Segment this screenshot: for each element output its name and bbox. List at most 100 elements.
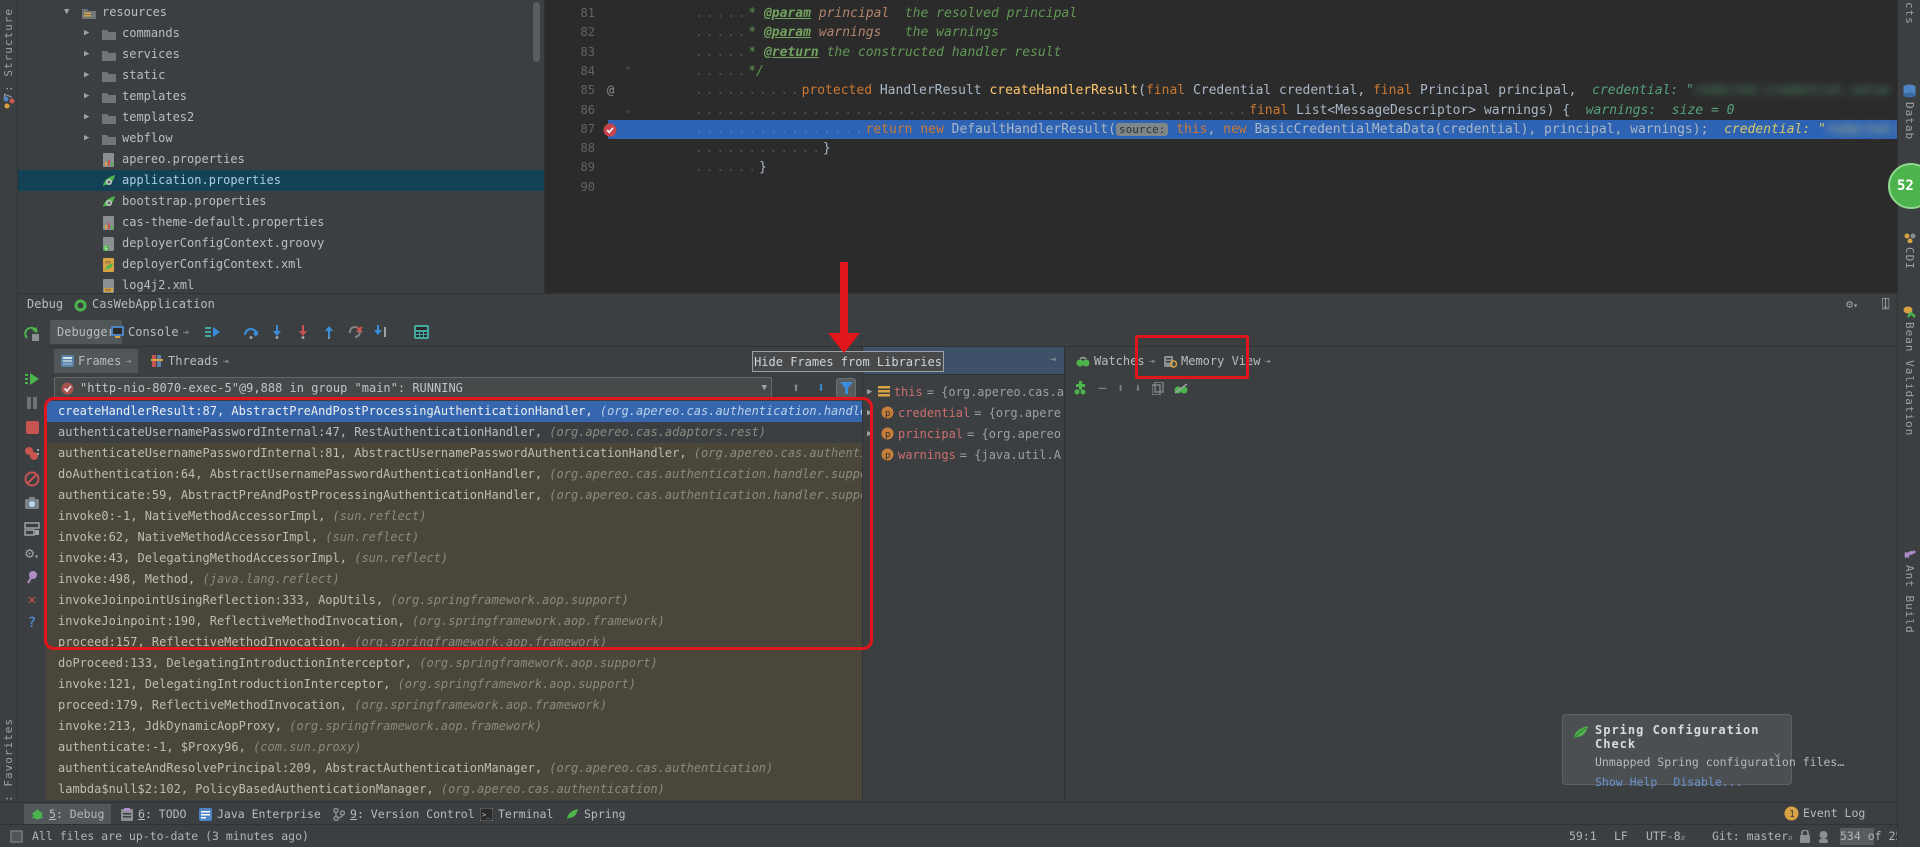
toolwindow-button-spring[interactable]: Spring: [559, 804, 633, 824]
tree-item-bootstrap.properties[interactable]: bootstrap.properties: [18, 191, 544, 212]
update-status-icon[interactable]: [10, 830, 23, 843]
frame-down-icon[interactable]: ⬇: [811, 378, 831, 398]
frame-row[interactable]: doAuthentication:64, AbstractUsernamePas…: [46, 464, 862, 485]
combo-dropdown-icon[interactable]: ▼: [762, 383, 767, 393]
git-branch[interactable]: Git: master⇵: [1712, 825, 1793, 847]
frame-row[interactable]: invokeJoinpointUsingReflection:333, AopU…: [46, 590, 862, 611]
chevron-collapsed-icon[interactable]: ▶: [867, 408, 877, 418]
variable-row-principal[interactable]: ▶pprincipal= {org.apereo: [863, 423, 1064, 444]
frame-row[interactable]: authenticate:-1, $Proxy96, (com.sun.prox…: [46, 737, 862, 758]
structure-toolwindow-button[interactable]: 7: Structure: [2, 8, 15, 99]
frame-row[interactable]: authenticate:59, AbstractPreAndPostProce…: [46, 485, 862, 506]
tab-threads[interactable]: Threads⇥: [144, 349, 236, 373]
tree-item-commands[interactable]: ▶commands: [18, 23, 544, 44]
toolwindow-button-9-version-control[interactable]: 9: Version Control: [326, 804, 482, 824]
frames-list[interactable]: createHandlerResult:87, AbstractPreAndPo…: [46, 401, 862, 802]
gutter-line-number[interactable]: 87: [551, 120, 595, 139]
debug-settings-gear-icon[interactable]: ⚙▾: [1846, 297, 1858, 311]
chevron-collapsed-icon[interactable]: ▶: [84, 128, 89, 149]
tree-item-templates2[interactable]: ▶templates2: [18, 107, 544, 128]
toolwindow-button-partial[interactable]: cts: [1898, 2, 1920, 25]
tree-scrollbar[interactable]: [533, 2, 540, 62]
help-icon[interactable]: ?: [23, 614, 41, 632]
code-line-88[interactable]: ............}: [695, 139, 831, 158]
frame-row[interactable]: invoke:62, NativeMethodAccessorImpl, (su…: [46, 527, 862, 548]
code-line-86[interactable]: ........................................…: [695, 101, 1734, 120]
frame-row[interactable]: authenticateAndResolvePrincipal:209, Abs…: [46, 758, 862, 779]
gutter-line-number[interactable]: 81: [551, 4, 595, 23]
tab-watches[interactable]: Watches⇥: [1069, 349, 1162, 373]
gutter-line-number[interactable]: 88: [551, 139, 595, 158]
toolwindow-button-5-debug[interactable]: 5: Debug: [24, 804, 111, 824]
thread-dump-icon[interactable]: [23, 494, 41, 512]
toolwindow-button-6-todo[interactable]: 6: TODO: [114, 804, 193, 824]
frame-row[interactable]: doProceed:133, DelegatingIntroductionInt…: [46, 653, 862, 674]
gutter-annotation-icon[interactable]: @: [607, 81, 614, 100]
chevron-collapsed-icon[interactable]: ▶: [84, 23, 89, 44]
lock-icon[interactable]: [1800, 830, 1810, 843]
caret-position[interactable]: 59:1: [1569, 825, 1597, 847]
cdi-toolwindow-button[interactable]: CDI: [1898, 233, 1920, 270]
tree-item-webflow[interactable]: ▶webflow: [18, 128, 544, 149]
frame-row[interactable]: invoke0:-1, NativeMethodAccessorImpl, (s…: [46, 506, 862, 527]
chevron-collapsed-icon[interactable]: ▶: [84, 107, 89, 128]
frame-row[interactable]: proceed:179, ReflectiveMethodInvocation,…: [46, 695, 862, 716]
show-watches-in-variables-icon[interactable]: [1174, 382, 1188, 394]
rerun-icon[interactable]: [23, 325, 41, 343]
gutter-line-number[interactable]: 90: [551, 178, 595, 197]
run-to-cursor-icon[interactable]: [372, 323, 390, 341]
tree-item-application.properties[interactable]: application.properties: [18, 170, 544, 191]
tree-item-deployerConfigContext.groovy[interactable]: GdeployerConfigContext.groovy: [18, 233, 544, 254]
variable-row-this[interactable]: ▶this= {org.apereo.cas.a: [863, 381, 1064, 402]
hide-toolwindow-icon[interactable]: ⍗: [1882, 297, 1889, 311]
ant-build-toolwindow-button[interactable]: Ant Build: [1898, 548, 1920, 634]
chevron-down-icon[interactable]: ⌄: [1774, 745, 1781, 759]
frame-up-icon[interactable]: ⬆: [786, 378, 806, 398]
tree-item-apereo.properties[interactable]: apereo.properties: [18, 149, 544, 170]
event-log-button[interactable]: Event Log: [1803, 806, 1865, 820]
chevron-collapsed-icon[interactable]: ▶: [867, 429, 877, 439]
show-help-link[interactable]: Show Help: [1595, 775, 1657, 789]
toolwindow-button-terminal[interactable]: >_Terminal: [473, 804, 560, 824]
show-execution-point-icon[interactable]: [204, 323, 222, 341]
chevron-collapsed-icon[interactable]: ▶: [867, 387, 874, 397]
pin-tab-icon[interactable]: [23, 568, 41, 586]
breakpoint-icon[interactable]: [603, 123, 617, 137]
frame-row[interactable]: invoke:121, DelegatingIntroductionInterc…: [46, 674, 862, 695]
evaluate-expression-icon[interactable]: [412, 323, 430, 341]
thread-selector[interactable]: "http-nio-8070-exec-5"@9,888 in group "m…: [54, 377, 772, 399]
gutter-line-number[interactable]: 83: [551, 43, 595, 62]
frame-row[interactable]: invoke:43, DelegatingMethodAccessorImpl,…: [46, 548, 862, 569]
frame-row[interactable]: createHandlerResult:87, AbstractPreAndPo…: [46, 401, 862, 422]
gutter-line-number[interactable]: 82: [551, 23, 595, 42]
tree-item-log4j2.xml[interactable]: <>log4j2.xml: [18, 275, 544, 293]
variable-row-credential[interactable]: ▶pcredential= {org.apere: [863, 402, 1064, 423]
frame-row[interactable]: proceed:157, ReflectiveMethodInvocation,…: [46, 632, 862, 653]
frame-row[interactable]: invoke:213, JdkDynamicAopProxy, (org.spr…: [46, 716, 862, 737]
tree-item-templates[interactable]: ▶templates: [18, 86, 544, 107]
hector-inspections-icon[interactable]: [1817, 830, 1830, 843]
toolwindow-button-java-enterprise[interactable]: Java Enterprise: [192, 804, 328, 824]
hide-frames-filter-icon[interactable]: [836, 378, 856, 398]
line-separator[interactable]: LF: [1614, 825, 1628, 847]
gutter-line-number[interactable]: 85: [551, 81, 595, 100]
frame-row[interactable]: invokeJoinpoint:190, ReflectiveMethodInv…: [46, 611, 862, 632]
frame-row[interactable]: authenticateUsernamePasswordInternal:47,…: [46, 422, 862, 443]
variable-row-warnings[interactable]: pwarnings= {java.util.A: [863, 444, 1064, 465]
structure-icon[interactable]: [3, 96, 15, 110]
disable-link[interactable]: Disable...: [1673, 775, 1742, 789]
stop-icon[interactable]: [23, 418, 41, 436]
tab-frames[interactable]: Frames⇥: [54, 349, 138, 373]
frame-row[interactable]: lambda$null$2:102, PolicyBasedAuthentica…: [46, 779, 862, 800]
gutter-line-number[interactable]: 89: [551, 158, 595, 177]
step-out-icon[interactable]: [320, 323, 338, 341]
code-line-87[interactable]: ................return new DefaultHandle…: [695, 120, 1897, 139]
favorites-toolwindow-button[interactable]: 2: Favorites: [2, 718, 15, 809]
chevron-collapsed-icon[interactable]: ▶: [84, 65, 89, 86]
step-over-icon[interactable]: [242, 323, 260, 341]
add-watch-icon[interactable]: [1073, 381, 1088, 395]
gutter-line-number[interactable]: 84: [551, 62, 595, 81]
fold-marker-icon[interactable]: ⌄: [625, 105, 630, 115]
code-line-85[interactable]: ..........protected HandlerResult create…: [695, 81, 1890, 100]
database-toolwindow-button[interactable]: Datab: [1898, 84, 1920, 140]
